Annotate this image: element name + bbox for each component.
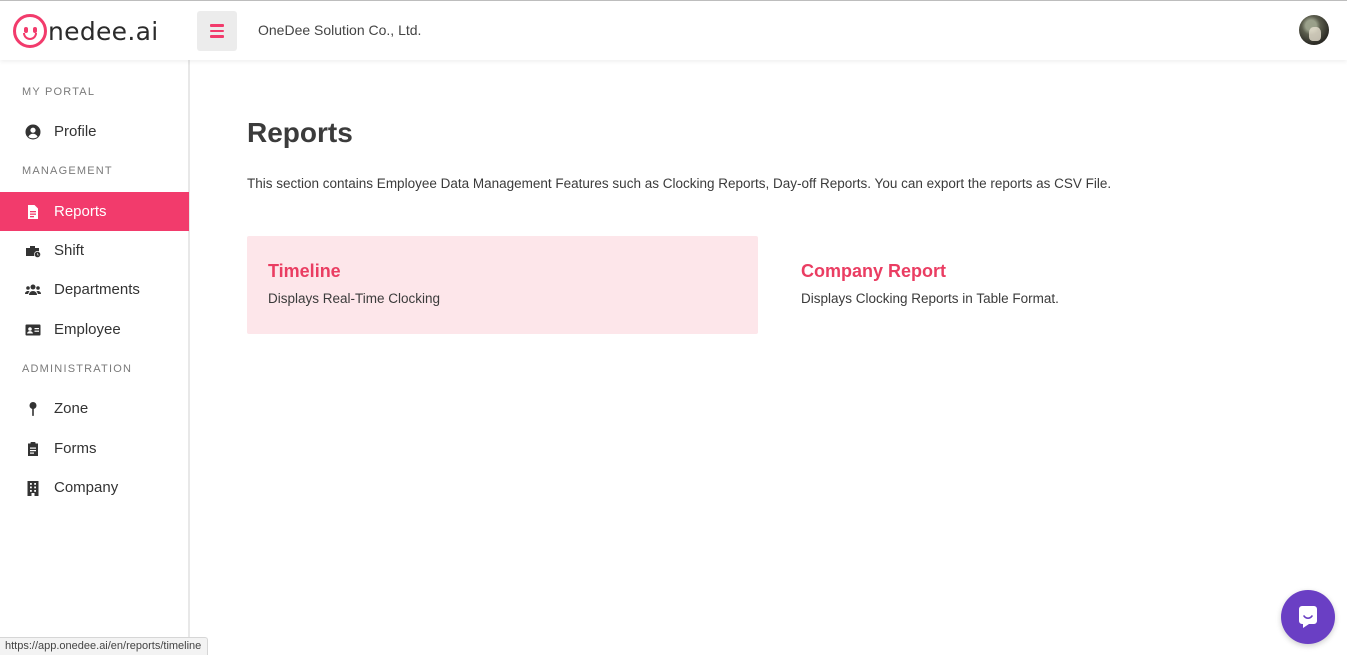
card-description: Displays Clocking Reports in Table Forma…: [801, 291, 1059, 306]
sidebar-item-company[interactable]: Company: [0, 468, 189, 507]
sidebar-item-forms[interactable]: Forms: [0, 429, 189, 468]
id-card-icon: [24, 321, 41, 338]
card-description: Displays Real-Time Clocking: [268, 291, 441, 306]
building-icon: [24, 479, 41, 496]
section-label-administration: ADMINISTRATION: [22, 363, 133, 375]
chat-bubble-icon: [1299, 606, 1317, 628]
section-label-management: MANAGEMENT: [22, 165, 113, 177]
sidebar-item-reports[interactable]: Reports: [0, 192, 189, 231]
sidebar-item-profile[interactable]: Profile: [0, 112, 189, 151]
user-avatar[interactable]: [1299, 15, 1329, 45]
user-circle-icon: [24, 123, 41, 140]
clipboard-icon: [24, 440, 41, 457]
page-title: Reports: [247, 117, 353, 148]
timeline-card[interactable]: Timeline Displays Real-Time Clocking: [247, 236, 758, 334]
card-title: Company Report: [801, 261, 947, 281]
sidebar-item-employee[interactable]: Employee: [0, 310, 189, 349]
sidebar-item-label: Shift: [54, 242, 85, 259]
main-content: Reports This section contains Employee D…: [190, 60, 1347, 655]
status-bar-url: https://app.onedee.ai/en/reports/timelin…: [0, 637, 209, 655]
card-title: Timeline: [268, 261, 341, 281]
users-icon: [24, 281, 41, 298]
sidebar-item-label: Company: [54, 479, 119, 496]
sidebar-item-label: Profile: [54, 123, 97, 140]
page-description: This section contains Employee Data Mana…: [247, 176, 1112, 191]
sidebar-item-label: Zone: [54, 400, 89, 417]
company-name: OneDee Solution Co., Ltd.: [258, 22, 422, 38]
map-pin-icon: [24, 400, 41, 417]
sidebar: MY PORTAL Profile MANAGEMENT Reports Shi…: [0, 60, 190, 655]
sidebar-item-departments[interactable]: Departments: [0, 270, 189, 309]
section-label-my-portal: MY PORTAL: [22, 86, 96, 98]
logo-text: nedee.ai: [48, 16, 159, 46]
company-report-card[interactable]: Company Report Displays Clocking Reports…: [780, 236, 1291, 334]
logo-face-icon: [13, 14, 47, 48]
hamburger-menu-button[interactable]: [197, 11, 237, 51]
sidebar-item-zone[interactable]: Zone: [0, 389, 189, 428]
sidebar-item-shift[interactable]: Shift: [0, 231, 189, 270]
sidebar-item-label: Reports: [54, 203, 107, 220]
file-icon: [24, 203, 41, 220]
hamburger-icon-bar: [210, 29, 224, 33]
top-bar: nedee.ai OneDee Solution Co., Ltd.: [0, 0, 1347, 60]
chat-widget-button[interactable]: [1281, 590, 1335, 644]
sidebar-item-label: Employee: [54, 321, 121, 338]
briefcase-clock-icon: [24, 242, 41, 259]
hamburger-icon: [210, 24, 224, 27]
hamburger-icon-bar: [210, 35, 224, 38]
onedee-logo[interactable]: nedee.ai: [13, 13, 158, 49]
sidebar-item-label: Forms: [54, 440, 97, 457]
sidebar-item-label: Departments: [54, 281, 140, 298]
